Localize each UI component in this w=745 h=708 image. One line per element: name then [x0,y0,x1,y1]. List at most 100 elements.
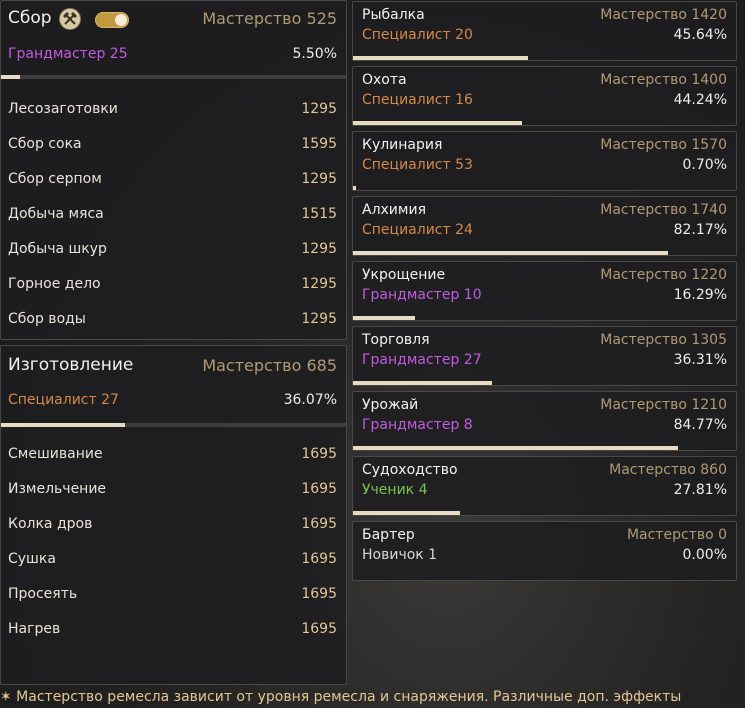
lifeskill-card[interactable]: Урожай Мастерство 1210 Грандмастер 8 84.77% [352,391,737,451]
skill-label: Горное дело [8,275,101,292]
skill-label: Просеять [8,585,78,602]
lifeskill-rank: Специалист 16 [362,92,473,108]
skill-value: 1595 [301,135,337,152]
gathering-percent: 5.50% [292,46,337,62]
crafting-mastery: Мастерство 685 [202,356,337,375]
crafting-progress-fill [1,423,126,427]
gathering-title: Сбор [8,8,52,28]
lifeskill-name: Кулинария [362,137,443,153]
skill-label: Добыча шкур [8,240,107,257]
lifeskill-percent: 16.29% [673,287,727,303]
lifeskill-rank: Специалист 24 [362,222,473,238]
lifeskill-progress-fill [353,186,356,190]
crafting-rank: Специалист 27 [8,392,119,408]
lifeskill-progress-bar [353,121,736,125]
skill-label: Смешивание [8,445,103,462]
lifeskill-rank: Грандмастер 27 [362,352,482,368]
lifeskill-percent: 0.00% [682,547,727,563]
crafting-title: Изготовление [8,355,134,375]
lifeskill-mastery: Мастерство 0 [626,527,727,543]
lifeskill-progress-fill [353,121,523,125]
lifeskill-progress-fill [353,511,460,515]
skill-label: Колка дров [8,515,93,532]
lifeskill-percent: 45.64% [673,27,727,43]
skill-value: 1695 [301,445,337,462]
skill-value: 1695 [301,550,337,567]
lifeskill-mastery: Мастерство 1305 [600,332,727,348]
skill-value: 1695 [301,515,337,532]
lifeskill-mastery: Мастерство 1210 [600,397,727,413]
gathering-panel: Сбор Мастерство 525 Грандмастер 25 5.50%… [0,0,347,340]
lifeskill-card[interactable]: Бартер Мастерство 0 Новичок 1 0.00% [352,521,737,581]
gathering-rank: Грандмастер 25 [8,46,128,62]
lifeskill-card[interactable]: Судоходство Мастерство 860 Ученик 4 27.81% [352,456,737,516]
lifeskill-percent: 0.70% [682,157,727,173]
skill-label: Сбор сока [8,135,82,152]
lifeskill-percent: 36.31% [673,352,727,368]
skill-value: 1295 [301,100,337,117]
lifeskill-card[interactable]: Укрощение Мастерство 1220 Грандмастер 10 16… [352,261,737,321]
lifeskill-mastery: Мастерство 1570 [600,137,727,153]
lifeskill-percent: 82.17% [673,222,727,238]
gathering-mastery: Мастерство 525 [202,9,337,28]
lifeskill-progress-fill [353,251,668,255]
skill-row: Смешивание 1695 [8,436,337,471]
lifeskill-mastery: Мастерство 1220 [600,267,727,283]
skill-row: Лесозаготовки 1295 [8,91,337,126]
lifeskill-progress-bar [353,446,736,450]
lifeskill-card[interactable]: Рыбалка Мастерство 1420 Специалист 20 45.64… [352,1,737,61]
skill-row: Колка дров 1695 [8,506,337,541]
lifeskill-card[interactable]: Кулинария Мастерство 1570 Специалист 53 0.7… [352,131,737,191]
lifeskill-progress-bar [353,511,736,515]
skill-row: Сбор серпом 1295 [8,161,337,196]
lifeskill-progress-fill [353,446,678,450]
skill-row: Добыча шкур 1295 [8,231,337,266]
skill-row: Сушка 1695 [8,541,337,576]
skill-row: Сбор воды 1295 [8,301,337,336]
lifeskill-percent: 84.77% [673,417,727,433]
lifeskill-progress-bar [353,381,736,385]
lifeskill-card[interactable]: Алхимия Мастерство 1740 Специалист 24 82.17… [352,196,737,256]
skill-value: 1695 [301,620,337,637]
crossed-tools-icon[interactable] [59,8,81,30]
lifeskill-progress-bar [353,576,736,580]
lifeskill-name: Судоходство [362,462,458,478]
footer-note: ✶ Мастерство ремесла зависит от уровня р… [0,689,682,705]
skill-row: Измельчение 1695 [8,471,337,506]
skill-row: Горное дело 1295 [8,266,337,301]
lifeskill-mastery: Мастерство 1400 [600,72,727,88]
toggle-knob [115,14,127,26]
lifeskill-card[interactable]: Торговля Мастерство 1305 Грандмастер 27 36.… [352,326,737,386]
lifeskill-rank: Специалист 20 [362,27,473,43]
skill-row: Нагрев 1695 [8,611,337,646]
lifeskill-card[interactable]: Охота Мастерство 1400 Специалист 16 44.24% [352,66,737,126]
gathering-progress-fill [1,75,20,79]
lifeskill-progress-fill [353,316,416,320]
lifeskill-rank: Ученик 4 [362,482,428,498]
lifeskill-mastery: Мастерство 860 [609,462,727,478]
skill-label: Сбор серпом [8,170,102,187]
skill-value: 1515 [301,205,337,222]
lifeskill-progress-bar [353,186,736,190]
lifeskill-name: Бартер [362,527,415,543]
skill-label: Лесозаготовки [8,100,118,117]
skill-label: Сбор воды [8,310,86,327]
lifeskill-progress-bar [353,56,736,60]
lifeskill-progress-bar [353,316,736,320]
skill-row: Добыча мяса 1515 [8,196,337,231]
crafting-panel: Изготовление Мастерство 685 Специалист 2… [0,345,347,685]
lifeskill-rank: Грандмастер 10 [362,287,482,303]
lifeskill-mastery: Мастерство 1740 [600,202,727,218]
skill-value: 1295 [301,275,337,292]
lifeskill-name: Урожай [362,397,419,413]
lifeskill-name: Алхимия [362,202,426,218]
lifeskill-name: Охота [362,72,407,88]
lifeskill-mastery: Мастерство 1420 [600,7,727,23]
skill-row: Просеять 1695 [8,576,337,611]
lifeskill-rank: Грандмастер 8 [362,417,473,433]
lifeskill-name: Рыбалка [362,7,425,23]
gathering-toggle[interactable] [95,12,129,28]
lifeskill-rank: Новичок 1 [362,547,438,563]
skill-value: 1295 [301,240,337,257]
skill-label: Добыча мяса [8,205,104,222]
